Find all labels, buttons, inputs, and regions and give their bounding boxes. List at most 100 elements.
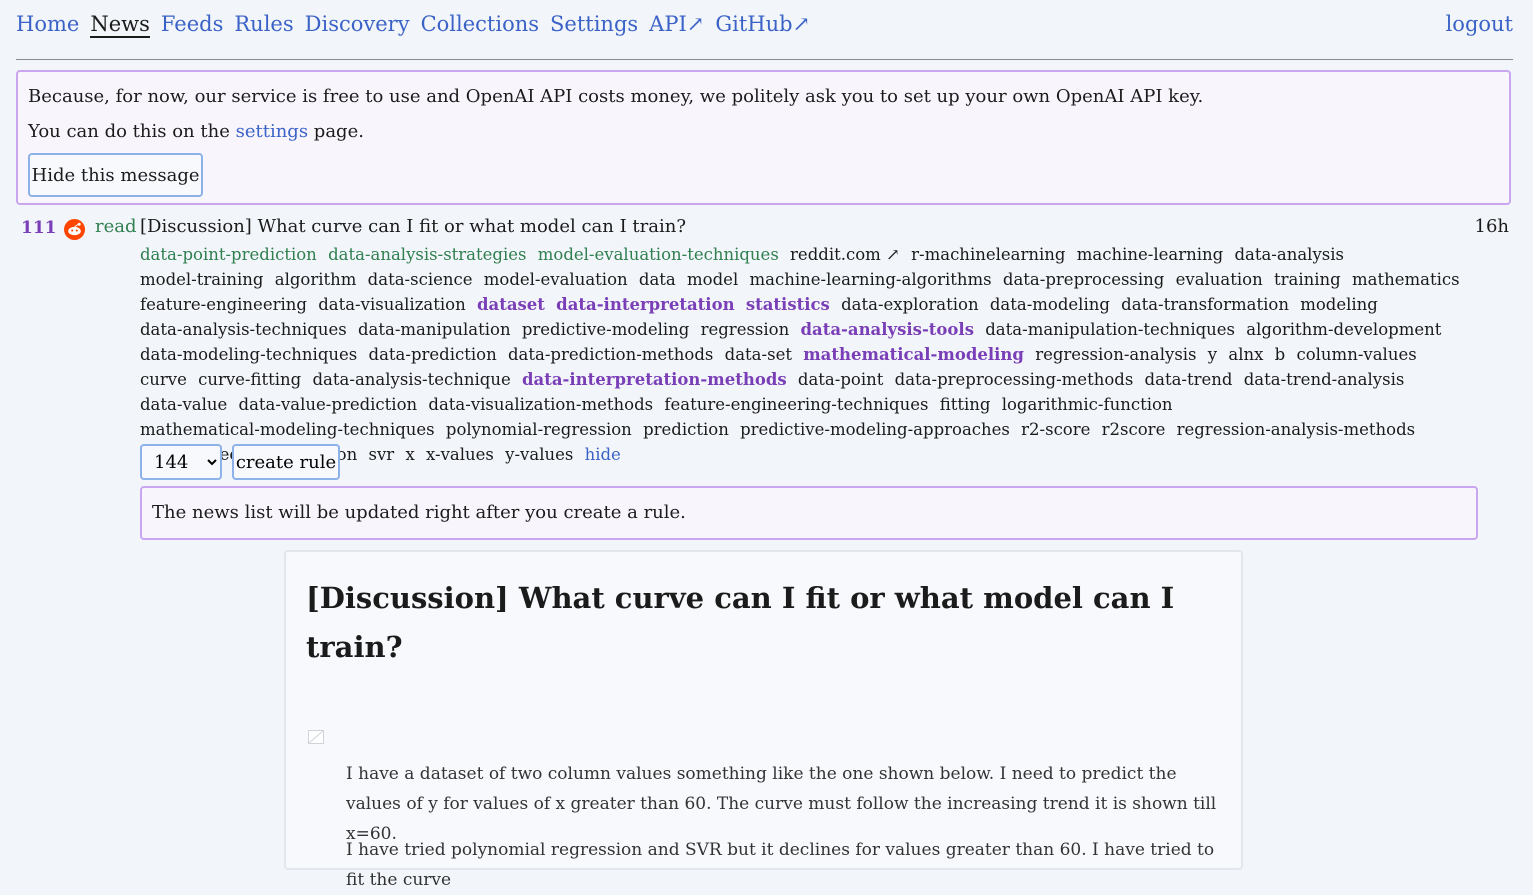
tag-link[interactable]: predictive-modeling <box>522 320 690 339</box>
tag-link[interactable]: x <box>405 445 414 464</box>
tag-link[interactable]: logarithmic-function <box>1002 395 1173 414</box>
nav-item-news[interactable]: News <box>90 12 150 38</box>
tag-link[interactable]: data-prediction <box>369 345 497 364</box>
tag-link[interactable]: curve-fitting <box>198 370 301 389</box>
tag-link[interactable]: data-point-prediction <box>140 245 317 264</box>
tag-link[interactable]: data-modeling <box>990 295 1110 314</box>
tag-link[interactable]: data-value-prediction <box>239 395 418 414</box>
tag-link[interactable]: data-analysis-strategies <box>328 245 526 264</box>
news-entry-header: 111 read [Discussion] What curve can I f… <box>0 216 1533 242</box>
tag-link[interactable]: x-values <box>426 445 494 464</box>
tag-link[interactable]: data-analysis <box>1234 245 1344 264</box>
nav-item-github[interactable]: GitHub↗ <box>715 12 810 38</box>
tag-link[interactable]: data-trend-analysis <box>1244 370 1405 389</box>
tag-link[interactable]: data-interpretation <box>556 295 734 314</box>
tag-link[interactable]: machine-learning-algorithms <box>749 270 991 289</box>
nav-item-feeds[interactable]: Feeds <box>161 12 224 38</box>
nav-item-discovery[interactable]: Discovery <box>305 12 410 38</box>
tag-link[interactable]: data-exploration <box>841 295 978 314</box>
rule-score-select[interactable]: 144 <box>140 444 222 480</box>
tag-link[interactable]: reddit.com ↗ <box>790 245 900 264</box>
broken-image-icon <box>308 730 324 744</box>
tag-link[interactable]: algorithm <box>275 270 357 289</box>
tag-link[interactable]: r-machinelearning <box>911 245 1065 264</box>
tag-link[interactable]: regression-analysis-methods <box>1177 420 1416 439</box>
article-paragraph-2: I have tried polynomial regression and S… <box>346 840 1215 890</box>
tag-link[interactable]: data-analysis-techniques <box>140 320 347 339</box>
tag-link[interactable]: data-set <box>725 345 792 364</box>
tag-link[interactable]: regression-analysis <box>1035 345 1196 364</box>
create-rule-button[interactable]: create rule <box>232 444 340 480</box>
tag-link[interactable]: predictive-modeling-approaches <box>740 420 1010 439</box>
tag-link[interactable]: polynomial-regression <box>446 420 632 439</box>
tag-link[interactable]: statistics <box>746 295 830 314</box>
tag-link[interactable]: y <box>1208 345 1217 364</box>
tag-link[interactable]: data-transformation <box>1121 295 1289 314</box>
tag-link[interactable]: prediction <box>643 420 729 439</box>
tag-link[interactable]: model-evaluation-techniques <box>538 245 779 264</box>
tag-link[interactable]: data-visualization-methods <box>428 395 653 414</box>
tag-link[interactable]: algorithm-development <box>1246 320 1441 339</box>
tag-link[interactable]: evaluation <box>1176 270 1263 289</box>
tag-link[interactable]: data-science <box>368 270 473 289</box>
tag-link[interactable]: machine-learning <box>1077 245 1223 264</box>
nav-item-home[interactable]: Home <box>16 12 79 38</box>
notice-line-2-suffix: page. <box>313 121 364 142</box>
nav-item-settings[interactable]: Settings <box>550 12 638 38</box>
tag-link[interactable]: model-training <box>140 270 263 289</box>
notice-line-1: Because, for now, our service is free to… <box>28 86 1204 107</box>
tag-link[interactable]: mathematics <box>1352 270 1460 289</box>
nav-item-api[interactable]: API↗ <box>649 12 704 38</box>
entry-title: [Discussion] What curve can I fit or wha… <box>140 216 686 237</box>
tag-link[interactable]: data-point <box>798 370 883 389</box>
tag-link[interactable]: b <box>1275 345 1286 364</box>
tag-link[interactable]: svr <box>369 445 395 464</box>
tag-link[interactable]: modeling <box>1300 295 1378 314</box>
tag-link[interactable]: curve <box>140 370 187 389</box>
logout-link[interactable]: logout <box>1446 12 1513 36</box>
tag-link[interactable]: data-preprocessing <box>1003 270 1164 289</box>
tag-link[interactable]: data-value <box>140 395 227 414</box>
tag-link[interactable]: data-trend <box>1145 370 1233 389</box>
tag-link[interactable]: data-preprocessing-methods <box>895 370 1134 389</box>
tag-link[interactable]: mathematical-modeling-techniques <box>140 420 435 439</box>
tag-link[interactable]: regression <box>701 320 790 339</box>
tag-link[interactable]: r2score <box>1102 420 1166 439</box>
tag-link[interactable]: dataset <box>477 295 545 314</box>
hide-tags-link[interactable]: hide <box>585 445 621 464</box>
tag-link[interactable]: feature-engineering <box>140 295 307 314</box>
tag-link[interactable]: model <box>687 270 738 289</box>
tag-link[interactable]: training <box>1274 270 1341 289</box>
tag-link[interactable]: data-interpretation-methods <box>522 370 787 389</box>
hide-message-button[interactable]: Hide this message <box>28 153 203 197</box>
read-link[interactable]: read <box>95 216 137 237</box>
tag-link[interactable]: data-modeling-techniques <box>140 345 357 364</box>
tag-link[interactable]: y-values <box>505 445 573 464</box>
notice-line-2-prefix: You can do this on the <box>28 121 230 142</box>
tag-link[interactable]: data <box>639 270 676 289</box>
settings-link[interactable]: settings <box>236 121 308 142</box>
rule-note: The news list will be updated right afte… <box>140 486 1478 540</box>
tag-link[interactable]: data-manipulation-techniques <box>985 320 1235 339</box>
api-key-notice: Because, for now, our service is free to… <box>16 70 1511 205</box>
entry-tags: data-point-prediction data-analysis-stra… <box>140 242 1470 467</box>
tag-link[interactable]: fitting <box>940 395 991 414</box>
tag-link[interactable]: model-evaluation <box>484 270 628 289</box>
tag-link[interactable]: data-analysis-technique <box>313 370 511 389</box>
entry-score: 111 <box>21 218 57 238</box>
tag-link[interactable]: data-manipulation <box>358 320 511 339</box>
tag-link[interactable]: column-values <box>1296 345 1416 364</box>
tag-link[interactable]: r2-score <box>1021 420 1090 439</box>
tag-link[interactable]: feature-engineering-techniques <box>664 395 928 414</box>
notice-line-2: You can do this on the settings page. <box>28 121 364 142</box>
tag-link[interactable]: data-analysis-tools <box>800 320 974 339</box>
tag-link[interactable]: alnx <box>1228 345 1263 364</box>
article-preview: [Discussion] What curve can I fit or wha… <box>284 550 1243 890</box>
tag-link[interactable]: data-prediction-methods <box>508 345 713 364</box>
nav-item-rules[interactable]: Rules <box>234 12 293 38</box>
entry-age: 16h <box>1474 216 1510 237</box>
tag-link[interactable]: mathematical-modeling <box>803 345 1024 364</box>
nav-item-collections[interactable]: Collections <box>421 12 539 38</box>
tag-link[interactable]: data-visualization <box>318 295 466 314</box>
article-title: [Discussion] What curve can I fit or wha… <box>306 581 1175 664</box>
